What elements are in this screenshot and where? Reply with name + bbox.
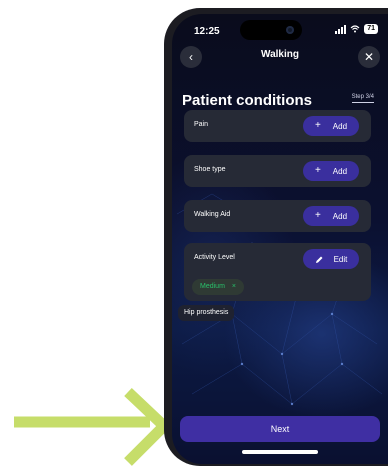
close-button[interactable]: ✕ [358, 46, 380, 68]
add-shoe-type-button[interactable]: + Add [303, 161, 359, 181]
step-indicator: Step 3/4 [351, 94, 374, 103]
status-time: 12:25 [194, 26, 220, 37]
next-label: Next [270, 424, 290, 434]
pointer-arrow-icon [14, 388, 172, 466]
pencil-icon [315, 256, 323, 263]
add-pain-button[interactable]: + Add [303, 116, 359, 136]
tooltip: Hip prosthesis [178, 305, 235, 321]
app-screen: 12:25 71 ‹ Walking ✕ Patient conditions … [172, 14, 388, 464]
condition-label: Walking Aid [194, 211, 231, 218]
selected-activity-chip: Medium × [192, 279, 244, 295]
add-walking-aid-button[interactable]: + Add [303, 206, 359, 226]
condition-card-activity-level: Activity Level Edit Medium × [184, 243, 371, 301]
edit-activity-button[interactable]: Edit [303, 249, 359, 269]
add-label: Add [332, 211, 348, 221]
network-background [176, 193, 383, 406]
plus-icon: + [314, 120, 321, 131]
condition-card-pain: Pain + Add [184, 110, 371, 142]
add-label: Add [332, 121, 348, 131]
plus-icon: + [314, 165, 321, 176]
condition-label: Activity Level [194, 254, 235, 261]
chip-label: Medium [200, 283, 225, 290]
status-icons: 71 [335, 24, 378, 34]
condition-label: Shoe type [194, 166, 226, 173]
add-label: Add [332, 166, 348, 176]
edit-label: Edit [333, 254, 348, 264]
signal-icon [335, 24, 347, 34]
condition-card-shoe-type: Shoe type + Add [184, 155, 371, 187]
plus-icon: + [314, 210, 321, 221]
battery-indicator: 71 [364, 24, 378, 34]
dynamic-island [240, 20, 302, 40]
condition-card-walking-aid: Walking Aid + Add [184, 200, 371, 232]
remove-chip-icon[interactable]: × [232, 283, 236, 290]
condition-label: Pain [194, 121, 209, 128]
wifi-icon [350, 25, 360, 33]
close-icon: ✕ [363, 50, 375, 64]
home-indicator [242, 450, 318, 454]
next-button[interactable]: Next [180, 416, 380, 442]
header-title: Walking [261, 49, 299, 60]
page-title: Patient conditions [182, 92, 313, 109]
